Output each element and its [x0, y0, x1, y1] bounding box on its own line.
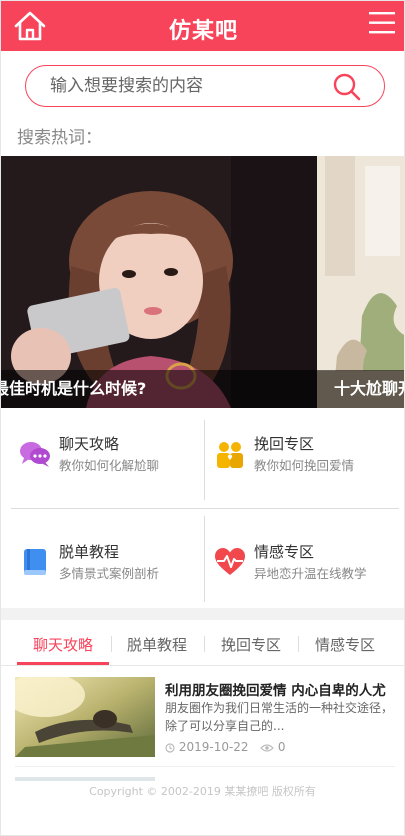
tab-emotion-zone[interactable]: 情感专区 — [315, 634, 375, 655]
category-subtitle: 教你如何化解尬聊 — [59, 458, 160, 473]
tab-dating-tutorial[interactable]: 脱单教程 — [127, 634, 187, 655]
tab-divider — [204, 636, 205, 652]
banner-caption[interactable]: 友的最佳时机是什么时候? — [1, 375, 146, 399]
category-subtitle: 教你如何挽回爱情 — [254, 458, 355, 473]
book-icon — [24, 549, 46, 575]
banner-carousel[interactable]: 友的最佳时机是什么时候? 十大尬聊开 — [1, 156, 404, 408]
article-title[interactable]: 利用朋友圈挽回爱情 内心自卑的人尤 — [165, 679, 397, 699]
app-title: 仿某吧 — [168, 19, 238, 44]
article-meta: 2019-10-22 0 — [165, 740, 286, 754]
category-dating-tutorial[interactable]: 脱单教程 多情景式案例剖析 — [1, 516, 191, 608]
heartbeat-icon — [215, 548, 245, 575]
article-description: 朋友圈作为我们日常生活的一种社交途径，除了可以分享自己的... — [165, 701, 393, 733]
eye-icon — [260, 744, 274, 752]
article-tabs: 聊天攻略 脱单教程 挽回专区 情感专区 — [1, 620, 404, 666]
search-input[interactable] — [50, 74, 320, 98]
page: 仿某吧 搜索热词： — [0, 0, 405, 836]
category-title: 情感专区 — [254, 543, 315, 561]
tab-divider — [298, 636, 299, 652]
category-title: 挽回专区 — [254, 435, 315, 453]
category-win-back[interactable]: 挽回专区 教你如何挽回爱情 — [196, 408, 386, 500]
banner-caption[interactable]: 十大尬聊开 — [334, 375, 404, 399]
couple-icon — [217, 442, 243, 468]
search-box — [25, 65, 385, 107]
article-views: 0 — [277, 740, 286, 754]
section-gap — [1, 608, 404, 620]
category-subtitle: 多情景式案例剖析 — [59, 566, 160, 581]
article-date: 2019-10-22 — [178, 740, 249, 754]
article-thumbnail-partial — [15, 777, 155, 781]
grid-divider — [11, 508, 399, 509]
article-item[interactable]: 利用朋友圈挽回爱情 内心自卑的人尤 朋友圈作为我们日常生活的一种社交途径，除了可… — [15, 677, 395, 767]
tab-divider — [111, 636, 112, 652]
chat-bubbles-icon — [20, 442, 50, 467]
category-title: 脱单教程 — [59, 543, 120, 561]
category-chat-guide[interactable]: 聊天攻略 教你如何化解尬聊 — [1, 408, 191, 500]
category-grid: 聊天攻略 教你如何化解尬聊 挽回专区 教你如何挽回爱情 脱单教程 多情景式案例剖… — [1, 408, 404, 608]
tab-win-back[interactable]: 挽回专区 — [221, 634, 281, 655]
menu-icon[interactable] — [368, 10, 396, 36]
top-bar: 仿某吧 — [1, 1, 404, 51]
article-thumbnail[interactable] — [15, 677, 155, 757]
hot-search-label: 搜索热词： — [17, 128, 102, 148]
search-icon[interactable] — [332, 72, 362, 102]
category-title: 聊天攻略 — [59, 435, 120, 453]
clock-icon — [165, 743, 175, 753]
active-tab-indicator — [17, 662, 109, 665]
category-subtitle: 异地恋升温在线教学 — [254, 566, 367, 581]
tab-chat-guide[interactable]: 聊天攻略 — [33, 634, 93, 655]
category-emotion-zone[interactable]: 情感专区 异地恋升温在线教学 — [196, 516, 386, 608]
footer-copyright: Copyright © 2002-2019 某某撩吧 版权所有 — [89, 785, 316, 798]
